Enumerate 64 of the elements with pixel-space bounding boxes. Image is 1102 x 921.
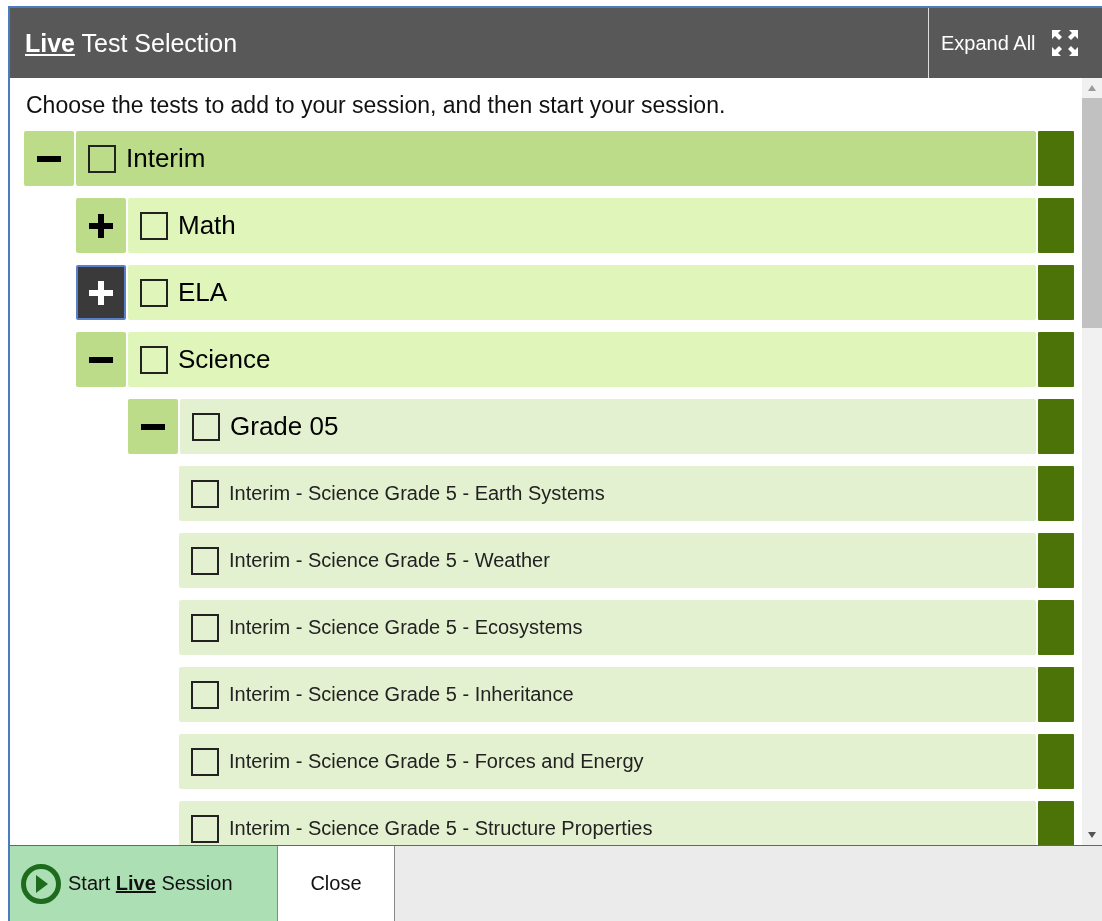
start-session-button[interactable]: Start Live Session	[10, 846, 278, 921]
group-name: ELA	[178, 277, 228, 308]
close-button[interactable]: Close	[278, 846, 395, 921]
tree-item[interactable]: Interim - Science Grade 5 - Forces and Energy	[179, 734, 1036, 789]
plus-icon	[89, 213, 113, 238]
row-end-bar	[1038, 399, 1074, 454]
tree-item[interactable]: Interim - Science Grade 5 - Weather	[179, 533, 1036, 588]
checkbox[interactable]	[140, 211, 168, 240]
row-end-bar	[1038, 600, 1074, 655]
group-name: Math	[178, 210, 236, 241]
instructions-text: Choose the tests to add to your session, and then start your session.	[26, 92, 727, 119]
checkbox[interactable]	[191, 814, 219, 843]
row-end-bar	[1038, 332, 1074, 387]
tree-item[interactable]: Interim - Science Grade 5 - Inheritance	[179, 667, 1036, 722]
test-name: Interim - Science Grade 5 - Weather	[229, 549, 550, 572]
checkbox[interactable]	[140, 345, 168, 374]
group-name: Interim	[126, 143, 206, 174]
row-end-bar	[1038, 265, 1074, 320]
tree-item[interactable]: ELA	[128, 265, 1036, 320]
scroll-thumb[interactable]	[1082, 98, 1102, 328]
tree-item[interactable]: Interim - Science Grade 5 - Structure Properties	[179, 801, 1036, 845]
plus-icon	[89, 280, 113, 305]
tree-item[interactable]: Interim	[76, 131, 1036, 186]
tree-item[interactable]: Interim - Science Grade 5 - Ecosystems	[179, 600, 1036, 655]
collapse-toggle[interactable]	[76, 332, 126, 387]
tree-item[interactable]: Science	[128, 332, 1036, 387]
checkbox[interactable]	[140, 278, 168, 307]
checkbox[interactable]	[191, 747, 219, 776]
test-name: Interim - Science Grade 5 - Inheritance	[229, 683, 574, 706]
checkbox[interactable]	[191, 680, 219, 709]
test-name: Interim - Science Grade 5 - Structure Properties	[229, 817, 653, 840]
checkbox[interactable]	[192, 412, 220, 441]
tree-item[interactable]: Interim - Science Grade 5 - Earth Systems	[179, 466, 1036, 521]
scrollbar[interactable]	[1082, 78, 1102, 845]
expand-toggle[interactable]	[76, 265, 126, 320]
collapse-toggle[interactable]	[128, 399, 178, 454]
window-title: Live Test Selection	[24, 28, 239, 58]
row-end-bar	[1038, 466, 1074, 521]
group-name: Science	[178, 344, 271, 375]
scroll-down-icon[interactable]	[1087, 831, 1097, 839]
checkbox[interactable]	[191, 613, 219, 642]
minus-icon	[37, 155, 61, 162]
group-name: Grade 05	[230, 411, 339, 442]
expand-toggle[interactable]	[76, 198, 126, 253]
minus-icon	[141, 423, 165, 430]
tree-item[interactable]: Math	[128, 198, 1036, 253]
test-name: Interim - Science Grade 5 - Forces and Energy	[229, 750, 644, 773]
row-end-bar	[1038, 131, 1074, 186]
row-end-bar	[1038, 734, 1074, 789]
test-name: Interim - Science Grade 5 - Ecosystems	[229, 616, 583, 639]
expand-icon	[1049, 28, 1080, 58]
checkbox[interactable]	[88, 144, 116, 173]
checkbox[interactable]	[191, 546, 219, 575]
collapse-toggle[interactable]	[24, 131, 74, 186]
play-icon	[20, 862, 62, 905]
row-end-bar	[1038, 667, 1074, 722]
expand-all-button[interactable]: Expand All	[928, 8, 1102, 78]
test-name: Interim - Science Grade 5 - Earth Systems	[229, 482, 605, 505]
checkbox[interactable]	[191, 479, 219, 508]
tree-item[interactable]: Grade 05	[180, 399, 1036, 454]
minus-icon	[89, 356, 113, 363]
row-end-bar	[1038, 198, 1074, 253]
row-end-bar	[1038, 801, 1074, 845]
row-end-bar	[1038, 533, 1074, 588]
